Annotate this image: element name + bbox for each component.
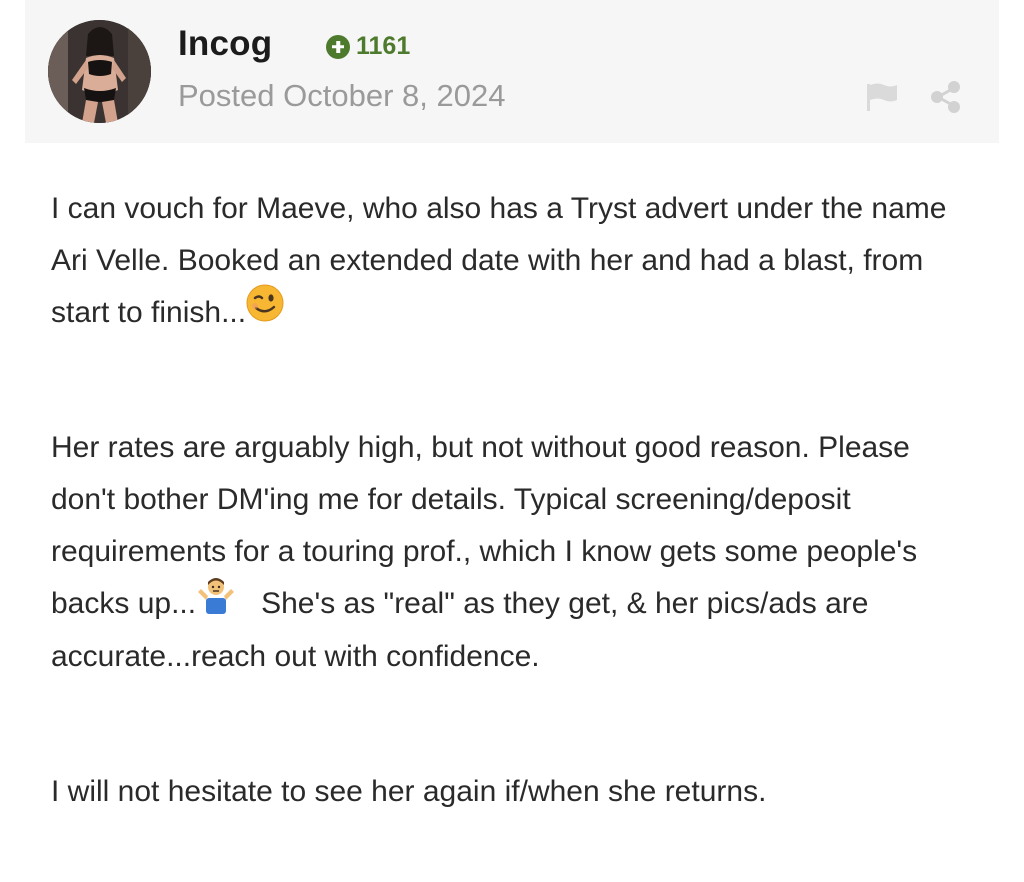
reputation-badge[interactable]: 1161 [326,32,410,61]
page: Incog 1161 Posted October 8, 2024 I can … [0,0,1024,882]
post-body: I can vouch for Maeve, who also has a Tr… [25,143,999,882]
post-paragraph-2: Her rates are arguably high, but not wit… [51,422,981,683]
share-icon[interactable] [929,80,963,114]
reputation-count: 1161 [356,32,411,60]
forum-post: Incog 1161 Posted October 8, 2024 I can … [25,0,999,882]
plus-circle-icon [326,34,350,59]
winking-face-emoji [246,284,284,339]
paragraph-1-text: I can vouch for Maeve, who also has a Tr… [51,192,954,329]
post-paragraph-3: I will not hesitate to see her again if/… [51,774,767,808]
post-paragraph-1: I can vouch for Maeve, who also has a Tr… [51,183,981,339]
post-header: Incog 1161 Posted October 8, 2024 [25,0,999,143]
author-avatar[interactable] [48,20,151,123]
author-name[interactable]: Incog [178,24,272,64]
flag-icon[interactable] [864,82,900,112]
person-shrugging-emoji [196,574,236,631]
post-date[interactable]: Posted October 8, 2024 [178,78,505,114]
